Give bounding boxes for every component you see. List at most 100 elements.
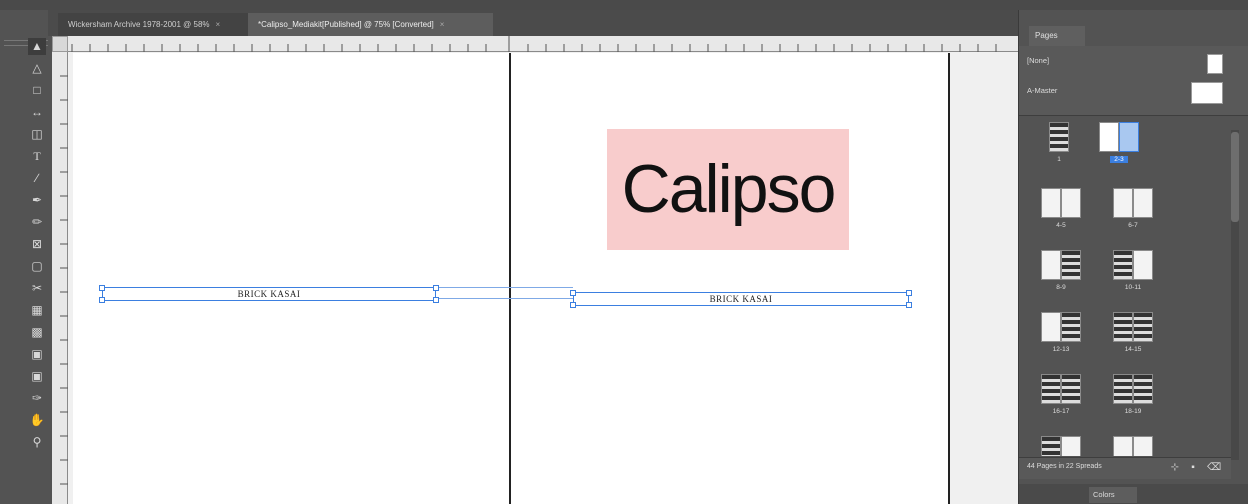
close-icon[interactable]: × bbox=[440, 20, 445, 29]
horizontal-ruler[interactable] bbox=[52, 36, 1018, 52]
tools-panel: ▲ △ □ ↔ ◫ T ∕ ✒ ✏ ⊠ ▢ ✂ ▦ ▩ ▣ ▣ ✑ ✋ ⚲ bbox=[0, 36, 52, 504]
master-none-thumb[interactable] bbox=[1207, 54, 1223, 74]
frame-handle[interactable] bbox=[433, 285, 439, 291]
page-thumb[interactable] bbox=[1061, 312, 1081, 342]
page-thumb[interactable] bbox=[1041, 250, 1061, 280]
spread-label: 18-19 bbox=[1124, 408, 1142, 415]
page-icon[interactable]: □ bbox=[28, 82, 46, 99]
document-tabbar: Wickersham Archive 1978-2001 @ 58% × *Cal… bbox=[48, 10, 1018, 36]
note-icon[interactable]: ▣ bbox=[28, 368, 46, 385]
frame-handle[interactable] bbox=[99, 297, 105, 303]
spread-thumb[interactable]: 2-3 bbox=[1095, 122, 1145, 166]
scissors-icon[interactable]: ✂ bbox=[28, 280, 46, 297]
page-size-icon[interactable]: ⊹ bbox=[1169, 462, 1181, 474]
pages-panel-footer: 44 Pages in 22 Spreads ⊹ ▪ ⌫ bbox=[1019, 457, 1231, 479]
ruler-origin[interactable] bbox=[52, 36, 68, 52]
close-icon[interactable]: × bbox=[216, 20, 221, 29]
page-thumb[interactable] bbox=[1061, 436, 1081, 456]
text-frame-left[interactable]: BRICK KASAI bbox=[102, 287, 436, 301]
page-thumb[interactable] bbox=[1049, 122, 1069, 152]
threaded-text-link bbox=[436, 287, 573, 299]
pen-icon[interactable]: ✒ bbox=[28, 192, 46, 209]
tab-pages[interactable]: Pages bbox=[1029, 26, 1085, 46]
frame-handle[interactable] bbox=[99, 285, 105, 291]
page-thumb[interactable] bbox=[1113, 188, 1133, 218]
page-left[interactable] bbox=[73, 53, 509, 504]
spread-thumb[interactable]: 1 bbox=[1039, 122, 1079, 166]
page-thumb[interactable] bbox=[1061, 374, 1081, 404]
page-thumb[interactable] bbox=[1061, 188, 1081, 218]
page-thumb[interactable] bbox=[1119, 122, 1139, 152]
free-transform-icon[interactable]: ▦ bbox=[28, 302, 46, 319]
page-thumb[interactable] bbox=[1041, 312, 1061, 342]
spread-thumb[interactable]: 12-13 bbox=[1039, 312, 1085, 356]
spread-label: 6-7 bbox=[1128, 222, 1138, 229]
hand-icon[interactable]: ✋ bbox=[28, 412, 46, 429]
text-frame-right[interactable]: BRICK KASAI bbox=[573, 292, 909, 306]
trash-icon[interactable]: ⌫ bbox=[1207, 462, 1221, 474]
page-thumb[interactable] bbox=[1099, 122, 1119, 152]
page-thumb[interactable] bbox=[1133, 436, 1153, 456]
frame-handle[interactable] bbox=[906, 290, 912, 296]
page-thumb[interactable] bbox=[1041, 374, 1061, 404]
page-count-text: 44 Pages in 22 Spreads bbox=[1027, 463, 1102, 470]
pencil-icon[interactable]: ✏ bbox=[28, 214, 46, 231]
eyedropper-icon[interactable]: ✑ bbox=[28, 390, 46, 407]
frame-handle[interactable] bbox=[570, 302, 576, 308]
spread-thumb[interactable]: 10-11 bbox=[1111, 250, 1157, 294]
page-thumb[interactable] bbox=[1133, 250, 1153, 280]
pages-panel: Pages [None] A-Master 1 2-3 4-5 6-7 8-9 … bbox=[1018, 10, 1248, 504]
spread-thumb[interactable]: 16-17 bbox=[1039, 374, 1085, 418]
pages-scroll-thumb[interactable] bbox=[1231, 132, 1239, 222]
zoom-icon[interactable]: ⚲ bbox=[28, 434, 46, 451]
title-text-frame[interactable]: Calipso bbox=[607, 129, 849, 250]
master-label: A-Master bbox=[1027, 86, 1058, 95]
page-thumb[interactable] bbox=[1041, 436, 1061, 456]
gradient-swatch-icon[interactable]: ▩ bbox=[28, 324, 46, 341]
page-right[interactable] bbox=[511, 53, 948, 504]
gap-icon[interactable]: ↔ bbox=[28, 104, 46, 121]
doc-tab-label: Wickersham Archive 1978-2001 @ 58% bbox=[68, 20, 210, 29]
frame-handle[interactable] bbox=[906, 302, 912, 308]
tab-colors[interactable]: Colors bbox=[1089, 487, 1137, 503]
page-thumb[interactable] bbox=[1061, 250, 1081, 280]
page-thumb[interactable] bbox=[1113, 436, 1133, 456]
spread-label: 8-9 bbox=[1056, 284, 1066, 291]
ruler-ticks bbox=[60, 75, 68, 485]
master-a-thumb[interactable] bbox=[1191, 82, 1223, 104]
doc-tab-label: *Calipso_Mediakit[Published] @ 75% [Conv… bbox=[258, 20, 434, 29]
doc-tab-calipso[interactable]: *Calipso_Mediakit[Published] @ 75% [Conv… bbox=[248, 13, 493, 36]
doc-tab-archive[interactable]: Wickersham Archive 1978-2001 @ 58% × bbox=[58, 13, 248, 36]
new-page-icon[interactable]: ▪ bbox=[1187, 462, 1199, 474]
app-title-strip bbox=[0, 0, 1248, 10]
spread-thumb[interactable]: 6-7 bbox=[1111, 188, 1157, 232]
content-collector-icon[interactable]: ◫ bbox=[28, 126, 46, 143]
spread-thumb[interactable]: 8-9 bbox=[1039, 250, 1085, 294]
line-icon[interactable]: ∕ bbox=[28, 170, 46, 187]
page-thumb[interactable] bbox=[1133, 312, 1153, 342]
page-thumb[interactable] bbox=[1113, 250, 1133, 280]
page-thumb[interactable] bbox=[1113, 374, 1133, 404]
rectangle-icon[interactable]: ▢ bbox=[28, 258, 46, 275]
spread-label: 4-5 bbox=[1056, 222, 1066, 229]
spread-thumb[interactable]: 4-5 bbox=[1039, 188, 1085, 232]
page-thumb[interactable] bbox=[1133, 188, 1153, 218]
spread-thumb[interactable] bbox=[1039, 436, 1085, 456]
type-icon[interactable]: T bbox=[28, 148, 46, 165]
spread-thumb[interactable]: 18-19 bbox=[1111, 374, 1157, 418]
master-a[interactable]: A-Master bbox=[1027, 82, 1057, 100]
frame-handle[interactable] bbox=[433, 297, 439, 303]
ruler-ticks bbox=[71, 36, 997, 52]
vertical-ruler[interactable] bbox=[52, 36, 68, 504]
frame-handle[interactable] bbox=[570, 290, 576, 296]
page-thumb[interactable] bbox=[1113, 312, 1133, 342]
spread-thumb[interactable]: 14-15 bbox=[1111, 312, 1157, 356]
master-none[interactable]: [None] bbox=[1027, 52, 1049, 70]
gradient-feather-icon[interactable]: ▣ bbox=[28, 346, 46, 363]
selection-icon[interactable]: ▲ bbox=[28, 38, 46, 55]
page-thumb[interactable] bbox=[1133, 374, 1153, 404]
rectangle-frame-icon[interactable]: ⊠ bbox=[28, 236, 46, 253]
direct-selection-icon[interactable]: △ bbox=[28, 60, 46, 77]
page-thumb[interactable] bbox=[1041, 188, 1061, 218]
spread-thumb[interactable] bbox=[1111, 436, 1157, 456]
